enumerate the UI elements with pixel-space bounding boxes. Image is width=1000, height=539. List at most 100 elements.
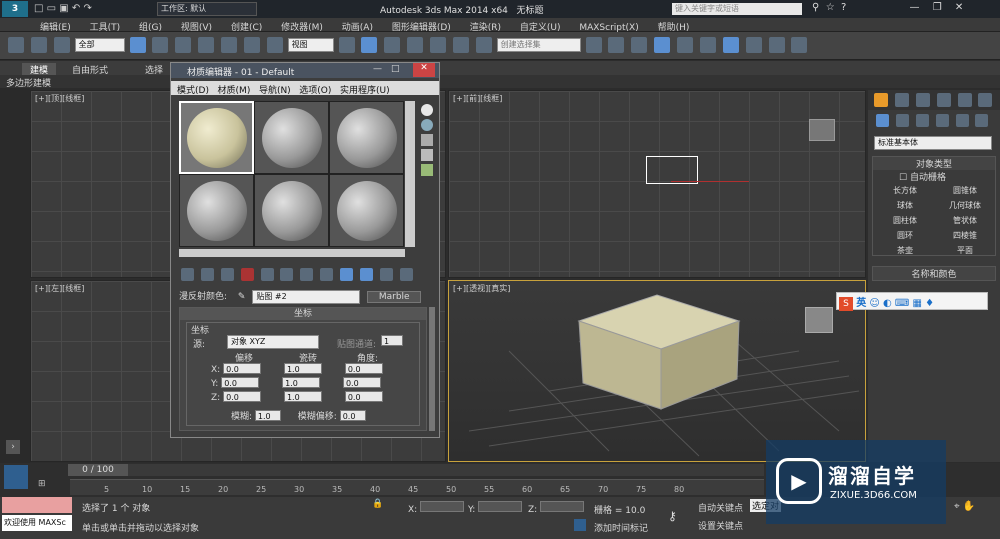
put-to-scene-icon[interactable]	[200, 268, 214, 281]
sphere-button[interactable]: 球体	[875, 198, 935, 213]
tiling-v-spinner[interactable]: 1.0	[282, 377, 321, 388]
sogou-icon[interactable]: S	[839, 297, 853, 311]
helpers-icon[interactable]	[955, 114, 969, 127]
link-icon[interactable]	[8, 37, 24, 53]
render-setup-icon[interactable]	[745, 37, 762, 53]
torus-button[interactable]: 圆环	[875, 228, 935, 243]
cameras-icon[interactable]	[935, 114, 949, 127]
reference-coord-dropdown[interactable]: 视图	[287, 38, 334, 52]
minimize-icon[interactable]: —	[910, 2, 920, 13]
viewport-perspective[interactable]: [+][透视][真实]	[448, 280, 866, 462]
search-icon[interactable]: ⚲	[812, 2, 819, 13]
make-unique-icon[interactable]	[280, 268, 294, 281]
save-icon[interactable]: ▣	[59, 3, 68, 14]
app-logo-icon[interactable]: 3	[2, 1, 28, 17]
modify-tab-icon[interactable]	[894, 93, 909, 107]
time-slider[interactable]: 0 / 100	[68, 464, 128, 476]
material-editor-minimize-icon[interactable]: —	[373, 64, 382, 74]
named-selection-dropdown[interactable]: 创建选择集	[496, 38, 581, 52]
new-file-icon[interactable]: □	[34, 3, 43, 14]
manipulate-icon[interactable]	[361, 37, 378, 53]
box-button[interactable]: 长方体	[875, 183, 935, 198]
render-production-icon[interactable]	[791, 37, 808, 53]
star-icon[interactable]: ☆	[826, 2, 835, 13]
viewport-layout-icon[interactable]	[4, 465, 28, 489]
percent-snap-icon[interactable]	[430, 37, 446, 53]
object-type-title[interactable]: 对象类型	[873, 157, 995, 170]
shapes-icon[interactable]	[895, 114, 909, 127]
me-menu-utilities[interactable]: 实用程序(U)	[340, 86, 390, 96]
bind-space-warp-icon[interactable]	[53, 37, 70, 53]
scale-icon[interactable]	[266, 37, 283, 53]
category-dropdown[interactable]: 标准基本体	[874, 136, 992, 150]
layer-manager-icon[interactable]	[631, 37, 648, 53]
expand-arrow-icon[interactable]: ›	[6, 440, 20, 454]
channel-spinner[interactable]: 1	[381, 335, 403, 346]
sample-scrollbar[interactable]	[405, 101, 415, 247]
z-coord-field[interactable]	[540, 501, 585, 512]
open-file-icon[interactable]: ▭	[47, 3, 56, 14]
rendered-frame-icon[interactable]	[768, 37, 785, 53]
sample-slot[interactable]	[254, 101, 329, 174]
source-dropdown[interactable]: 对象 XYZ	[227, 335, 319, 349]
restore-icon[interactable]: ❐	[933, 2, 942, 13]
spacewarps-icon[interactable]	[975, 114, 989, 127]
viewport-left-label[interactable]: [+][左][线框]	[35, 283, 84, 294]
sample-slot[interactable]	[179, 101, 254, 174]
ime-tools-icon[interactable]: ☺ ◐ ⌨ ▦ ♦	[869, 298, 934, 309]
align-icon[interactable]	[608, 37, 625, 53]
rectangular-selection-icon[interactable]	[175, 37, 192, 53]
zoom-extents-icon[interactable]: ⌖	[954, 501, 960, 512]
marble-box[interactable]	[577, 291, 747, 411]
viewport-front[interactable]: [+][前][线框]	[448, 90, 866, 278]
put-to-library-icon[interactable]	[300, 268, 314, 281]
copy-material-icon[interactable]	[260, 268, 274, 281]
auto-key-button[interactable]: 自动关键点	[698, 501, 743, 514]
viewport-front-label[interactable]: [+][前][线框]	[453, 93, 502, 104]
angle-w-spinner[interactable]: 0.0	[344, 391, 383, 402]
me-menu-navigation[interactable]: 导航(N)	[259, 86, 291, 96]
rotate-icon[interactable]	[243, 37, 260, 53]
curve-editor-icon[interactable]	[677, 37, 693, 53]
viewport-top-label[interactable]: [+][顶][线框]	[35, 93, 84, 104]
search-input[interactable]: 键入关键字或短语	[672, 3, 802, 15]
motion-tab-icon[interactable]	[936, 93, 951, 107]
material-editor-maximize-icon[interactable]: □	[391, 64, 400, 74]
show-end-result-icon[interactable]	[359, 268, 373, 281]
y-coord-field[interactable]	[478, 501, 523, 512]
undo-icon[interactable]: ↶	[72, 3, 80, 14]
map-name-field[interactable]: 贴图 #2	[252, 289, 361, 304]
mirror-icon[interactable]	[585, 37, 602, 53]
angle-snap-icon[interactable]	[407, 37, 424, 53]
help-icon[interactable]: ?	[841, 2, 846, 13]
offset-u-spinner[interactable]: 0.0	[223, 363, 262, 374]
get-material-icon[interactable]	[181, 268, 194, 281]
me-menu-mode[interactable]: 模式(D)	[177, 86, 209, 96]
angle-u-spinner[interactable]: 0.0	[344, 363, 383, 374]
sample-slot[interactable]	[329, 101, 404, 174]
redo-icon[interactable]: ↷	[84, 3, 92, 14]
edit-named-selection-icon[interactable]	[475, 37, 492, 53]
blur-spinner[interactable]: 1.0	[254, 410, 281, 421]
snap-toggle-icon[interactable]	[384, 37, 401, 53]
x-coord-field[interactable]	[420, 501, 465, 512]
offset-v-spinner[interactable]: 0.0	[221, 377, 260, 388]
tiling-u-spinner[interactable]: 1.0	[283, 363, 322, 374]
schematic-view-icon[interactable]	[699, 37, 716, 53]
plane-button[interactable]: 平面	[935, 243, 995, 258]
material-editor-close-icon[interactable]: ✕	[413, 63, 435, 77]
viewcube-perspective-icon[interactable]	[805, 307, 833, 333]
graphite-toggle-icon[interactable]	[654, 37, 671, 53]
time-tag-icon[interactable]	[574, 519, 586, 531]
sample-slot[interactable]	[254, 174, 329, 247]
cylinder-button[interactable]: 圆柱体	[875, 213, 935, 228]
select-by-name-icon[interactable]	[152, 37, 169, 53]
cone-button[interactable]: 圆锥体	[935, 183, 995, 198]
mini-curve-icon[interactable]: ⊞	[38, 479, 52, 493]
set-key-button[interactable]: 设置关键点	[698, 519, 743, 532]
spinner-snap-icon[interactable]	[452, 37, 469, 53]
lights-icon[interactable]	[915, 114, 929, 127]
reset-map-icon[interactable]	[240, 268, 254, 281]
eyedropper-icon[interactable]: ✎	[238, 292, 246, 302]
material-id-icon[interactable]	[320, 268, 334, 281]
